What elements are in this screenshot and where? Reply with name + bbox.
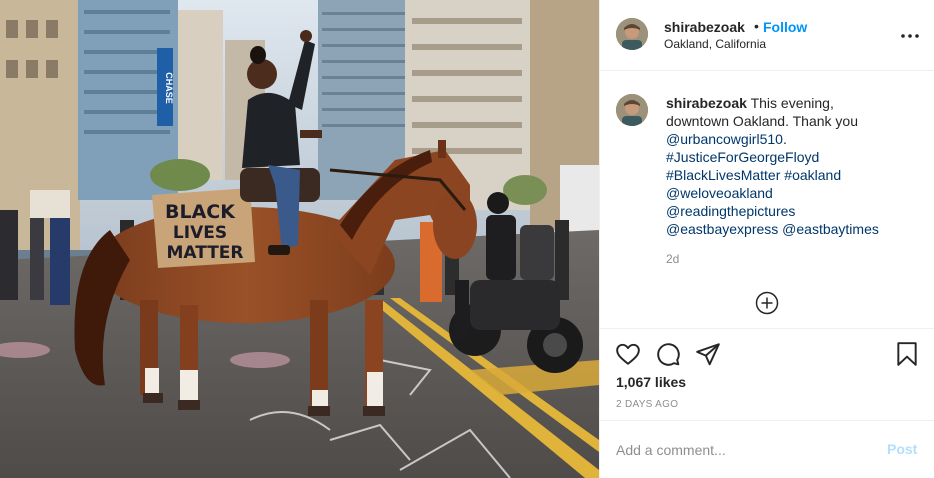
- mention-urbancowgirl510[interactable]: @urbancowgirl510: [666, 131, 783, 147]
- mention-weloveoakland[interactable]: @weloveoakland: [666, 185, 773, 201]
- caption-area: shirabezoak This evening, downtown Oakla…: [600, 71, 934, 329]
- post-comment-button[interactable]: Post: [887, 441, 917, 457]
- likes-count[interactable]: 1,067 likes: [616, 374, 686, 390]
- caption-punctuation: .: [782, 131, 787, 147]
- caption-line: This evening,: [750, 95, 834, 111]
- caption-text: shirabezoak This evening, downtown Oakla…: [666, 94, 921, 238]
- caption-line: downtown Oakland. Thank you: [666, 113, 858, 129]
- sign-line-lives: LIVES: [173, 223, 227, 243]
- header-username[interactable]: shirabezoak: [664, 19, 745, 35]
- comment-input[interactable]: [616, 439, 871, 461]
- comment-icon[interactable]: [655, 341, 681, 367]
- sign-line-black: BLACK: [165, 201, 236, 223]
- hashtag-oakland[interactable]: #oakland: [784, 167, 841, 183]
- avatar[interactable]: [616, 18, 648, 50]
- share-icon[interactable]: [695, 341, 721, 367]
- follow-button[interactable]: Follow: [763, 19, 807, 35]
- avatar[interactable]: [616, 94, 648, 126]
- instagram-post: CHASE BLACK LIVES MATTER shirabezoak • F…: [0, 0, 934, 478]
- heart-icon[interactable]: [615, 341, 641, 367]
- sign-line-matter: MATTER: [166, 243, 243, 263]
- bookmark-icon[interactable]: [894, 341, 920, 367]
- caption-username[interactable]: shirabezoak: [666, 95, 747, 111]
- post-photo[interactable]: CHASE BLACK LIVES MATTER: [0, 0, 599, 478]
- more-horizontal-icon[interactable]: [898, 24, 922, 48]
- location-link[interactable]: Oakland, California: [664, 37, 766, 51]
- protest-photo-illustration: CHASE BLACK LIVES MATTER: [0, 0, 599, 478]
- avatar-image: [616, 18, 648, 50]
- comment-form: Post: [600, 421, 934, 478]
- chase-sign: CHASE: [164, 72, 174, 104]
- plus-circle-icon[interactable]: [755, 291, 779, 315]
- post-actions: 1,067 likes 2 DAYS AGO: [600, 329, 934, 421]
- hashtag-justiceforgeorgefloyd[interactable]: #JusticeForGeorgeFloyd: [666, 149, 819, 165]
- mention-eastbaytimes[interactable]: @eastbaytimes: [782, 221, 879, 237]
- post-side-panel: shirabezoak • Follow Oakland, California: [599, 0, 934, 478]
- post-header: shirabezoak • Follow Oakland, California: [600, 0, 934, 71]
- caption-time-ago: 2d: [666, 252, 680, 266]
- hashtag-blacklivesmatter[interactable]: #BlackLivesMatter: [666, 167, 780, 183]
- mention-eastbayexpress[interactable]: @eastbayexpress: [666, 221, 778, 237]
- header-separator: •: [754, 18, 759, 34]
- avatar-image: [616, 94, 648, 126]
- mention-readingthepictures[interactable]: @readingthepictures: [666, 203, 795, 219]
- post-date: 2 DAYS AGO: [616, 399, 679, 410]
